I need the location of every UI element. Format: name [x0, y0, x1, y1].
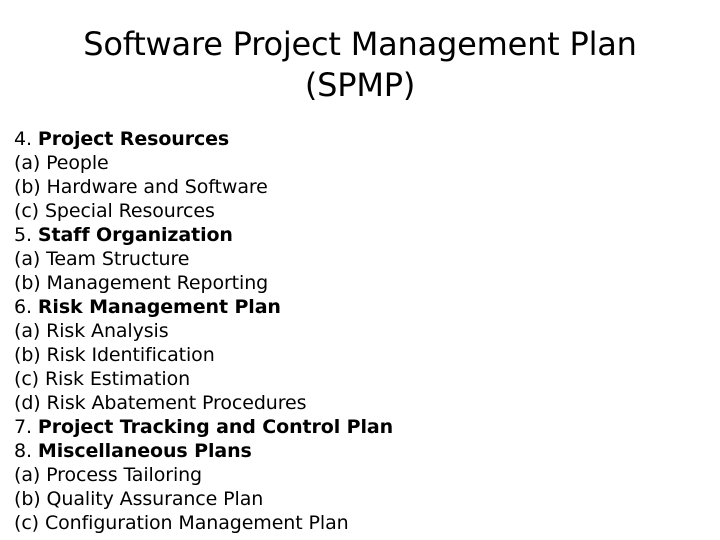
- outline-subitem: (c) Special Resources: [14, 199, 704, 223]
- outline-heading: 6. Risk Management Plan: [14, 295, 704, 319]
- outline-label: Risk Identification: [46, 344, 215, 366]
- outline-subitem: (a) Team Structure: [14, 247, 704, 271]
- outline-label: Risk Analysis: [46, 320, 169, 342]
- outline-label: Risk Estimation: [44, 368, 191, 390]
- outline-marker: (b): [14, 344, 41, 366]
- outline-marker: (a): [14, 320, 41, 342]
- outline-label: Special Resources: [44, 200, 215, 222]
- outline-subitem: (d) Risk Abatement Procedures: [14, 391, 704, 415]
- outline-label: Project Tracking and Control Plan: [37, 416, 394, 438]
- outline-marker: (c): [14, 200, 39, 222]
- outline-label: Process Tailoring: [46, 464, 203, 486]
- outline-marker: (a): [14, 248, 41, 270]
- outline-label: Configuration Management Plan: [44, 512, 349, 534]
- outline-marker: (c): [14, 368, 39, 390]
- outline-marker: 7.: [14, 416, 32, 438]
- outline-marker: 8.: [14, 440, 32, 462]
- outline-marker: 4.: [14, 128, 32, 150]
- outline-subitem: (a) Risk Analysis: [14, 319, 704, 343]
- outline-marker: (b): [14, 176, 41, 198]
- outline-label: Staff Organization: [37, 224, 233, 246]
- outline-marker: (d): [14, 392, 41, 414]
- outline-marker: (b): [14, 488, 41, 510]
- outline-marker: 5.: [14, 224, 32, 246]
- slide-title: Software Project Management Plan (SPMP): [83, 25, 637, 104]
- slide-outline-list: 4. Project Resources (a) People (b) Hardwa…: [14, 127, 704, 535]
- outline-label: Quality Assurance Plan: [46, 488, 264, 510]
- outline-subitem: (b) Risk Identification: [14, 343, 704, 367]
- outline-subitem: (c) Configuration Management Plan: [14, 511, 704, 535]
- outline-heading: 8. Miscellaneous Plans: [14, 439, 704, 463]
- outline-marker: (c): [14, 512, 39, 534]
- outline-heading: 4. Project Resources: [14, 127, 704, 151]
- outline-heading: 7. Project Tracking and Control Plan: [14, 415, 704, 439]
- outline-label: Miscellaneous Plans: [37, 440, 252, 462]
- outline-heading: 5. Staff Organization: [14, 223, 704, 247]
- outline-label: Risk Management Plan: [37, 296, 281, 318]
- outline-subitem: (c) Risk Estimation: [14, 367, 704, 391]
- outline-marker: 6.: [14, 296, 32, 318]
- outline-subitem: (a) People: [14, 151, 704, 175]
- outline-subitem: (b) Management Reporting: [14, 271, 704, 295]
- outline-marker: (a): [14, 464, 41, 486]
- outline-marker: (b): [14, 272, 41, 294]
- outline-label: Hardware and Software: [46, 176, 268, 198]
- outline-label: Team Structure: [46, 248, 190, 270]
- outline-subitem: (b) Hardware and Software: [14, 175, 704, 199]
- presentation-slide: Software Project Management Plan (SPMP) …: [0, 0, 720, 540]
- outline-subitem: (b) Quality Assurance Plan: [14, 487, 704, 511]
- outline-marker: (a): [14, 152, 41, 174]
- outline-label: Risk Abatement Procedures: [46, 392, 307, 414]
- outline-subitem: (a) Process Tailoring: [14, 463, 704, 487]
- outline-label: People: [46, 152, 109, 174]
- outline-label: Project Resources: [37, 128, 230, 150]
- outline-label: Management Reporting: [46, 272, 269, 294]
